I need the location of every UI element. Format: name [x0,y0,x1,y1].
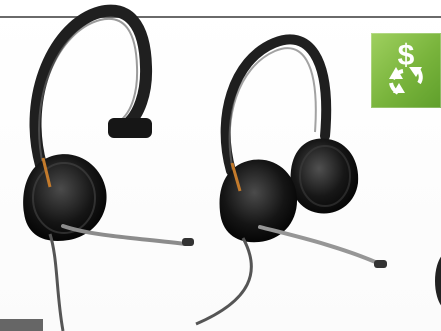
bottom-tab [0,319,43,331]
binaural-headset-image [195,34,387,326]
product-photo: $ [0,0,441,331]
partial-product-edge [435,256,441,306]
monaural-headset-image [23,4,194,331]
